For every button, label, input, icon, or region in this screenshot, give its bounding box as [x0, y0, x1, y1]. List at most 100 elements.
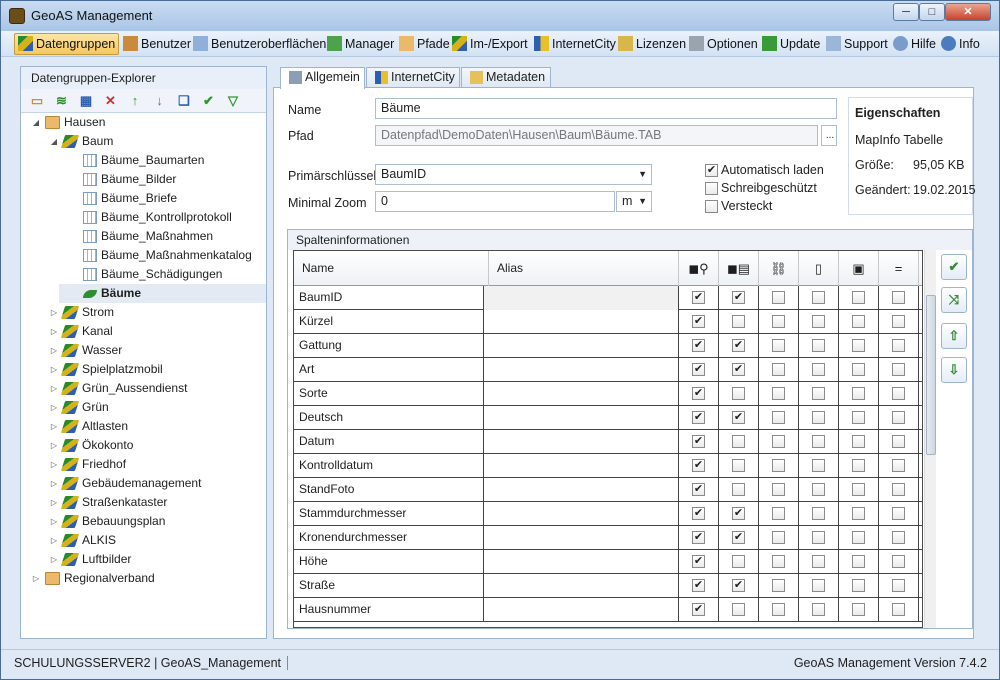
cell-name[interactable]: StandFoto — [294, 478, 484, 502]
flag-checkbox[interactable] — [892, 411, 905, 424]
flag-checkbox[interactable] — [892, 435, 905, 448]
tree-expand-icon[interactable]: ▷ — [49, 303, 59, 322]
flag-checkbox[interactable] — [732, 387, 745, 400]
tab-metadaten[interactable]: Metadaten — [461, 67, 551, 88]
cell-name[interactable]: Stammdurchmesser — [294, 502, 484, 526]
tree-item[interactable]: Bäume_Maßnahmenkatalog — [59, 246, 266, 265]
zoom-unit-select[interactable]: m ▼ — [616, 191, 652, 212]
toolbar-pfade-button[interactable]: Pfade — [395, 33, 454, 55]
tree-expand-icon[interactable]: ▷ — [49, 379, 59, 398]
tree-item[interactable]: ▷ Regionalverband — [21, 569, 266, 588]
flag-checkbox[interactable] — [892, 555, 905, 568]
image-icon[interactable]: ▣ — [839, 251, 879, 286]
flag-checkbox[interactable] — [812, 435, 825, 448]
tree-item[interactable]: ▷ Gebäudemanagement — [21, 474, 266, 493]
flag-checkbox[interactable]: ✔ — [692, 555, 705, 568]
tree-item[interactable]: ▷ Grün — [21, 398, 266, 417]
flag-checkbox[interactable] — [812, 483, 825, 496]
tree-expand-icon[interactable]: ▷ — [49, 455, 59, 474]
tree-item[interactable]: ▷ Friedhof — [21, 455, 266, 474]
flag-checkbox[interactable] — [852, 579, 865, 592]
flag-checkbox[interactable] — [772, 459, 785, 472]
table-row[interactable]: Höhe ✔ — [294, 550, 922, 574]
table-row[interactable]: Kürzel ✔ — [294, 310, 922, 334]
tree-item[interactable]: ◢ Hausen — [21, 113, 266, 132]
flag-checkbox[interactable] — [772, 291, 785, 304]
flag-checkbox[interactable] — [852, 459, 865, 472]
table-row[interactable]: Sorte ✔ — [294, 382, 922, 406]
toolbar-support-button[interactable]: Support — [822, 33, 892, 55]
tree-item[interactable]: Bäume_Briefe — [59, 189, 266, 208]
add-layer-icon[interactable]: ≋ — [54, 93, 70, 109]
cell-alias[interactable] — [484, 382, 679, 406]
flag-checkbox[interactable] — [852, 315, 865, 328]
tree-item[interactable]: Bäume_Maßnahmen — [59, 227, 266, 246]
flag-checkbox[interactable] — [852, 291, 865, 304]
flag-checkbox[interactable]: ✔ — [692, 483, 705, 496]
table-row[interactable]: Hausnummer ✔ — [294, 598, 922, 622]
filter-icon[interactable]: ▽ — [225, 93, 241, 109]
readonly-checkbox[interactable] — [705, 182, 718, 195]
tree-item[interactable]: ▷ Ökokonto — [21, 436, 266, 455]
toolbar-hilfe-button[interactable]: Hilfe — [889, 33, 940, 55]
tree-expand-icon[interactable]: ▷ — [49, 474, 59, 493]
flag-checkbox[interactable]: ✔ — [692, 435, 705, 448]
table-row[interactable]: Datum ✔ — [294, 430, 922, 454]
link-icon[interactable]: ⛓ — [759, 251, 799, 286]
check-button[interactable]: ✔ — [941, 254, 967, 280]
cell-alias[interactable] — [484, 502, 679, 526]
delete-icon[interactable]: ✕ — [103, 93, 119, 109]
flag-checkbox[interactable] — [732, 555, 745, 568]
select-search-icon[interactable]: ◼⚲ — [679, 251, 719, 286]
tree-expand-icon[interactable]: ▷ — [49, 322, 59, 341]
close-button[interactable]: ✕ — [945, 3, 991, 21]
tree-expand-icon[interactable]: ▷ — [49, 398, 59, 417]
select-list-icon[interactable]: ◼▤ — [719, 251, 759, 286]
arrow-up-button[interactable]: ⇧ — [941, 323, 967, 349]
flag-checkbox[interactable]: ✔ — [692, 579, 705, 592]
flag-checkbox[interactable] — [772, 387, 785, 400]
flag-checkbox[interactable] — [772, 507, 785, 520]
flag-checkbox[interactable] — [772, 531, 785, 544]
flag-checkbox[interactable] — [892, 459, 905, 472]
tree-expand-icon[interactable]: ▷ — [49, 417, 59, 436]
tree-item[interactable]: ▷ Straßenkataster — [21, 493, 266, 512]
tree-item[interactable]: ▷ Luftbilder — [21, 550, 266, 569]
tree-item[interactable]: ▷ Strom — [21, 303, 266, 322]
toolbar-datengruppen-button[interactable]: Datengruppen — [14, 33, 120, 55]
cell-alias[interactable] — [484, 310, 679, 334]
table-row[interactable]: Kronendurchmesser ✔ ✔ — [294, 526, 922, 550]
primary-key-select[interactable]: BaumID ▼ — [375, 164, 652, 185]
flag-checkbox[interactable] — [812, 531, 825, 544]
cell-alias[interactable] — [484, 358, 679, 382]
table-row[interactable]: Stammdurchmesser ✔ ✔ — [294, 502, 922, 526]
flag-checkbox[interactable] — [732, 483, 745, 496]
maximize-button[interactable]: □ — [919, 3, 945, 21]
table-row[interactable]: Kontrolldatum ✔ — [294, 454, 922, 478]
flag-checkbox[interactable] — [772, 603, 785, 616]
tree-expand-icon[interactable]: ▷ — [49, 493, 59, 512]
cell-alias[interactable] — [484, 430, 679, 454]
flag-checkbox[interactable]: ✔ — [692, 315, 705, 328]
flag-checkbox[interactable] — [772, 411, 785, 424]
flag-checkbox[interactable] — [892, 363, 905, 376]
cell-alias[interactable] — [484, 286, 679, 310]
toolbar-manager-button[interactable]: Manager — [323, 33, 398, 55]
flag-checkbox[interactable] — [732, 435, 745, 448]
tree-expand-icon[interactable]: ▷ — [49, 550, 59, 569]
path-input[interactable]: Datenpfad\DemoDaten\Hausen\Baum\Bäume.TA… — [375, 125, 818, 146]
flag-checkbox[interactable] — [852, 531, 865, 544]
column-header-name[interactable]: Name — [294, 251, 489, 286]
tree-item[interactable]: Bäume_Kontrollprotokoll — [59, 208, 266, 227]
table-row[interactable]: Deutsch ✔ ✔ — [294, 406, 922, 430]
flag-checkbox[interactable] — [772, 339, 785, 352]
flag-checkbox[interactable]: ✔ — [692, 531, 705, 544]
flag-checkbox[interactable] — [852, 507, 865, 520]
tree-expand-icon[interactable]: ▷ — [49, 341, 59, 360]
tree-item[interactable]: ▷ Spielplatzmobil — [21, 360, 266, 379]
cell-alias[interactable] — [484, 598, 679, 622]
cell-name[interactable]: Kontrolldatum — [294, 454, 484, 478]
cell-alias[interactable] — [484, 406, 679, 430]
flag-checkbox[interactable]: ✔ — [692, 339, 705, 352]
toolbar-benutzer-button[interactable]: Benutzer — [119, 33, 195, 55]
